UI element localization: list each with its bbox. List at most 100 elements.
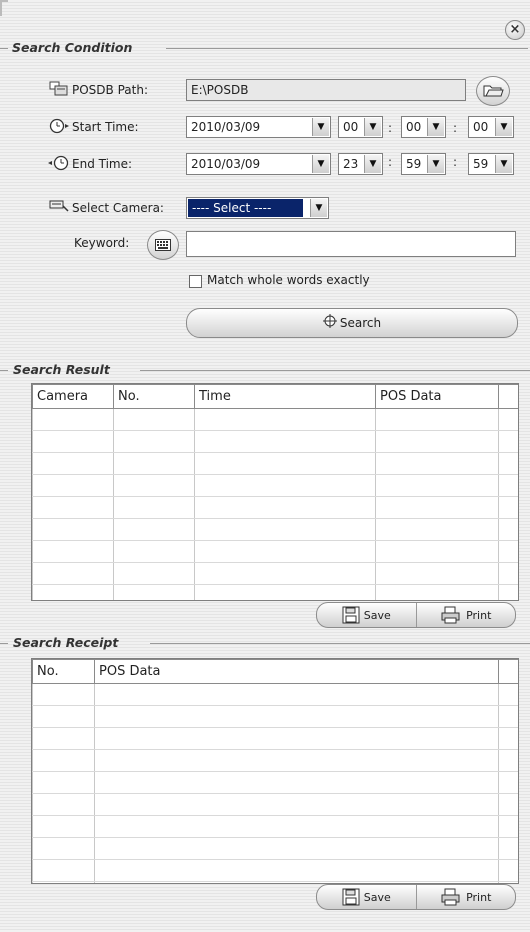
- table-row: [32, 430, 518, 453]
- section-divider: [166, 48, 528, 49]
- table-row: [32, 859, 518, 882]
- start-hour-value: 00: [343, 120, 359, 134]
- database-icon: [49, 80, 69, 98]
- start-minute-select[interactable]: 00 ▼: [401, 116, 446, 138]
- floppy-icon: [342, 888, 360, 906]
- column-header-no[interactable]: No.: [32, 659, 95, 684]
- section-divider: [0, 643, 8, 644]
- select-camera-label: Select Camera:: [72, 201, 164, 215]
- end-hour-value: 23: [343, 157, 359, 171]
- table-row: [32, 793, 518, 816]
- time-separator: :: [453, 121, 458, 135]
- camera-select-value: ---- Select ----: [188, 199, 303, 217]
- section-divider: [0, 370, 8, 371]
- clock-start-icon: [49, 117, 69, 135]
- chevron-down-icon: ▼: [312, 155, 329, 173]
- receipt-print-label: Print: [466, 890, 492, 904]
- close-button[interactable]: ×: [505, 20, 525, 40]
- section-divider: [150, 643, 530, 644]
- table-header-row: Camera No. Time POS Data: [32, 384, 518, 409]
- table-row: [32, 540, 518, 563]
- table-header-row: No. POS Data: [32, 659, 518, 684]
- result-save-label: Save: [363, 608, 391, 622]
- end-hour-select[interactable]: 23 ▼: [338, 153, 383, 175]
- section-divider: [0, 48, 8, 49]
- section-title-search-receipt: Search Receipt: [13, 635, 119, 650]
- start-date-value: 2010/03/09: [191, 120, 261, 134]
- end-second-select[interactable]: 59 ▼: [468, 153, 514, 175]
- floppy-icon: [342, 606, 360, 624]
- result-print-label: Print: [466, 608, 492, 622]
- folder-icon: [483, 85, 504, 97]
- table-row: [32, 837, 518, 860]
- table-row: [32, 771, 518, 794]
- end-date-value: 2010/03/09: [191, 157, 261, 171]
- keyboard-button[interactable]: [147, 230, 179, 260]
- receipt-save-label: Save: [363, 890, 391, 904]
- start-time-label: Start Time:: [72, 120, 139, 134]
- start-date-select[interactable]: 2010/03/09 ▼: [186, 116, 331, 138]
- chevron-down-icon: ▼: [364, 118, 381, 136]
- section-divider: [140, 370, 530, 371]
- receipt-print-button[interactable]: Print: [417, 885, 516, 909]
- chevron-down-icon: ▼: [364, 155, 381, 173]
- result-print-button[interactable]: Print: [417, 603, 516, 627]
- search-result-table[interactable]: Camera No. Time POS Data: [31, 383, 519, 601]
- result-save-button[interactable]: Save: [317, 603, 417, 627]
- column-header-time[interactable]: Time: [194, 384, 376, 409]
- close-icon: ×: [509, 22, 521, 37]
- table-row: [32, 562, 518, 585]
- end-minute-value: 59: [406, 157, 422, 171]
- table-row: [32, 518, 518, 541]
- table-row: [32, 496, 518, 519]
- printer-icon: [441, 888, 460, 906]
- table-row: [32, 474, 518, 497]
- start-hour-select[interactable]: 00 ▼: [338, 116, 383, 138]
- posdb-path-field[interactable]: E:\POSDB: [186, 79, 466, 101]
- end-minute-select[interactable]: 59 ▼: [401, 153, 446, 175]
- keyboard-icon: [155, 239, 171, 251]
- chevron-down-icon: ▼: [495, 118, 512, 136]
- end-time-label: End Time:: [72, 157, 133, 171]
- receipt-save-button[interactable]: Save: [317, 885, 417, 909]
- column-header-camera[interactable]: Camera: [32, 384, 114, 409]
- table-row: [32, 815, 518, 838]
- end-second-value: 59: [473, 157, 489, 171]
- table-row: [32, 727, 518, 750]
- start-minute-value: 00: [406, 120, 422, 134]
- chevron-down-icon: ▼: [427, 118, 444, 136]
- column-header-no[interactable]: No.: [113, 384, 195, 409]
- keyword-input[interactable]: [186, 231, 516, 257]
- column-header-filler: [498, 384, 518, 409]
- match-whole-words-checkbox[interactable]: [189, 275, 202, 288]
- time-separator: :: [453, 155, 458, 169]
- search-button[interactable]: Search: [186, 308, 518, 338]
- search-receipt-table[interactable]: No. POS Data: [31, 658, 519, 884]
- chevron-down-icon: ▼: [310, 199, 327, 217]
- browse-folder-button[interactable]: [476, 76, 510, 106]
- column-header-pos-data[interactable]: POS Data: [375, 384, 499, 409]
- table-row: [32, 452, 518, 475]
- table-row: [32, 705, 518, 728]
- table-row: [32, 584, 518, 600]
- chevron-down-icon: ▼: [495, 155, 512, 173]
- printer-icon: [441, 606, 460, 624]
- start-second-value: 00: [473, 120, 489, 134]
- receipt-action-group: Save Print: [316, 884, 516, 910]
- start-second-select[interactable]: 00 ▼: [468, 116, 514, 138]
- match-whole-words-label: Match whole words exactly: [207, 273, 370, 287]
- chevron-down-icon: ▼: [427, 155, 444, 173]
- table-row: [32, 683, 518, 706]
- posdb-path-label: POSDB Path:: [72, 83, 148, 97]
- table-row: [32, 408, 518, 431]
- window-corner: [0, 0, 8, 16]
- section-title-search-condition: Search Condition: [12, 40, 133, 55]
- camera-select[interactable]: ---- Select ---- ▼: [186, 197, 329, 219]
- end-date-select[interactable]: 2010/03/09 ▼: [186, 153, 331, 175]
- column-header-filler: [498, 659, 518, 684]
- keyword-label: Keyword:: [74, 236, 130, 250]
- column-header-pos-data[interactable]: POS Data: [94, 659, 499, 684]
- time-separator: :: [388, 121, 393, 135]
- search-button-label: Search: [339, 316, 382, 330]
- table-row: [32, 749, 518, 772]
